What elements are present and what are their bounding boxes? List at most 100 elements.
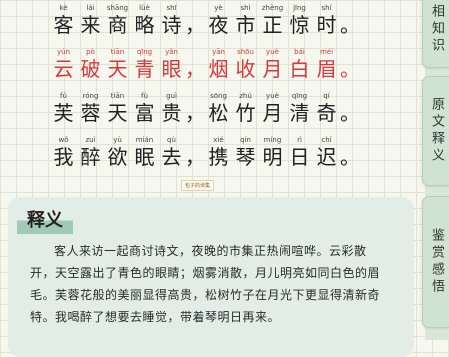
poem-char: tiān 天	[104, 48, 131, 81]
pinyin: yún	[56, 48, 70, 56]
pinyin: tiān	[110, 92, 125, 100]
poem-char: qín 琴	[232, 136, 259, 169]
hanzi: 。	[340, 145, 360, 169]
pinyin: sōng	[210, 92, 227, 100]
hanzi: 略	[134, 13, 155, 37]
pinyin: xié	[213, 136, 224, 144]
pinyin: fù	[141, 92, 148, 100]
poem-char: ，	[185, 48, 205, 81]
hanzi: 云	[53, 57, 74, 81]
poem-line: yún 云 pò 破 tiān 天 qīng 青 yǎn 眼， yān 烟 shōu 收 yuè 月 bái 白 m…	[0, 48, 410, 81]
poem-char: zhèng 正	[259, 4, 286, 37]
poem-char: sōng 松	[205, 92, 232, 125]
poem-char: shì 市	[232, 4, 259, 37]
poem-char: guì 贵	[158, 92, 185, 125]
tab-knowledge-label: 相知识	[429, 3, 444, 55]
poem-char: ，	[185, 92, 205, 125]
poem-char: mián 眠	[131, 136, 158, 169]
pinyin: róng	[82, 92, 99, 100]
hanzi: 欲	[107, 145, 128, 169]
hanzi: 眠	[134, 145, 155, 169]
hanzi: 贵	[161, 101, 182, 125]
poem-char: zhú 竹	[232, 92, 259, 125]
hanzi: 我	[53, 145, 74, 169]
pinyin: qīng	[291, 92, 308, 100]
poem-char: 。	[340, 136, 360, 169]
pinyin: yǎn	[165, 48, 178, 56]
hanzi: 时	[316, 13, 337, 37]
pinyin: lüè	[139, 4, 150, 12]
poem-char: míng 明	[259, 136, 286, 169]
explanation-text: 客人来访一起商讨诗文，夜晚的市集正热闹喧哗。云彩散开，天空露出了青色的眼睛；烟雾…	[30, 244, 381, 324]
poem-char: fú 芙	[50, 92, 77, 125]
poem-line: kè 客 lái 来 shāng 商 lüè 略 shī 诗， yè 夜 shì 市 zhèng 正 jīng 惊…	[0, 4, 410, 37]
pinyin: qù	[167, 136, 176, 144]
pinyin: qín	[240, 136, 251, 144]
hanzi: 眼	[161, 57, 182, 81]
poem-char: yuè 月	[259, 92, 286, 125]
poem-char: qīng 青	[131, 48, 158, 81]
pinyin: yè	[214, 4, 223, 12]
tab-appreciation-label: 鉴赏感悟	[429, 228, 444, 296]
poem-char: fù 富	[131, 92, 158, 125]
hanzi: 醉	[80, 145, 101, 169]
poem-char: lái 来	[77, 4, 104, 37]
pinyin: shí	[321, 4, 332, 12]
poem-char: lüè 略	[131, 4, 158, 37]
pinyin: zhú	[239, 92, 252, 100]
poem-char: méi 眉	[313, 48, 340, 81]
hanzi: 破	[80, 57, 101, 81]
tab-knowledge[interactable]: 相知识	[422, 0, 449, 68]
tab-original-explanation-label: 原文释义	[429, 97, 444, 165]
hanzi: 诗	[161, 13, 182, 37]
pinyin: qīng	[136, 48, 153, 56]
poem-char: ，	[185, 4, 205, 37]
poem-line: fú 芙 róng 蓉 tiān 天 fù 富 guì 贵， sōng 松 zhú 竹 yuè 月 qīng 清 q…	[0, 92, 410, 125]
poem-char: shōu 收	[232, 48, 259, 81]
explanation-title: 释义	[17, 204, 73, 234]
pinyin: jīng	[293, 4, 306, 12]
poem-char: pò 破	[77, 48, 104, 81]
author-stamp: 包子的诗集	[181, 180, 215, 191]
tab-appreciation[interactable]: 鉴赏感悟	[422, 196, 449, 328]
hanzi: 月	[262, 57, 283, 81]
pinyin: shì	[240, 4, 251, 12]
pinyin: chí	[321, 136, 332, 144]
poem-char: shī 诗	[158, 4, 185, 37]
tab-original-explanation[interactable]: 原文释义	[422, 76, 449, 186]
hanzi: 来	[80, 13, 101, 37]
hanzi: 客	[53, 13, 74, 37]
hanzi: 月	[262, 101, 283, 125]
hanzi: 市	[235, 13, 256, 37]
poem-char: shāng 商	[104, 4, 131, 37]
hanzi: 商	[107, 13, 128, 37]
hanzi: 竹	[235, 101, 256, 125]
poem-char: qù 去	[158, 136, 185, 169]
poem-char: 。	[340, 92, 360, 125]
poem-char: róng 蓉	[77, 92, 104, 125]
poem-char: kè 客	[50, 4, 77, 37]
hanzi: 清	[289, 101, 310, 125]
hanzi: 天	[107, 101, 128, 125]
pinyin: guì	[166, 92, 177, 100]
poem-char: qīng 清	[286, 92, 313, 125]
poem-char: zuì 醉	[77, 136, 104, 169]
hanzi: 芙	[53, 101, 74, 125]
poem-char: qí 奇	[313, 92, 340, 125]
poem-char: 。	[340, 48, 360, 81]
poem-char: yān 烟	[205, 48, 232, 81]
hanzi: 蓉	[80, 101, 101, 125]
pinyin: méi	[319, 48, 334, 56]
hanzi: ，	[185, 57, 205, 81]
pinyin: shōu	[237, 48, 254, 56]
poem-char: wǒ 我	[50, 136, 77, 169]
pinyin: míng	[263, 136, 282, 144]
pinyin: rì	[297, 136, 302, 144]
poem-char: rì 日	[286, 136, 313, 169]
poem-char: ，	[185, 136, 205, 169]
poem-char: yù 欲	[104, 136, 131, 169]
hanzi: 夜	[208, 13, 229, 37]
hanzi: 收	[235, 57, 256, 81]
pinyin: pò	[86, 48, 95, 56]
pinyin: qí	[323, 92, 330, 100]
